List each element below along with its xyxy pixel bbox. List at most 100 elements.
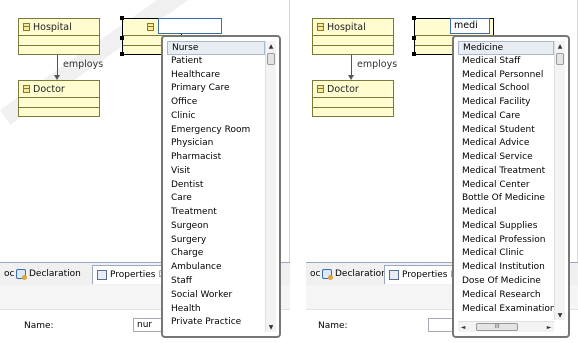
suggestion-item[interactable]: Office — [167, 96, 265, 110]
content-assist-popup: Nurse Patient Healthcare Primary Care Office… — [161, 35, 281, 338]
scroll-down-icon[interactable]: ▼ — [555, 310, 565, 320]
class-doctor[interactable]: Doctor — [312, 80, 394, 117]
suggestion-item[interactable]: Pharmacist — [167, 151, 265, 165]
suggestion-item[interactable]: Clinic — [167, 110, 265, 124]
suggestion-item[interactable]: Staff — [167, 275, 265, 289]
suggestion-item[interactable]: Health — [167, 303, 265, 317]
suggestion-item[interactable]: Nurse — [167, 41, 265, 55]
suggestion-item[interactable]: Medical Supplies — [458, 220, 554, 234]
content-assist-popup: Medicine Medical Staff Medical Personnel Me… — [452, 35, 570, 338]
suggestion-item[interactable]: Treatment — [167, 206, 265, 220]
class-name-edit-field[interactable] — [158, 18, 222, 34]
suggestion-item[interactable]: Medical Examination — [458, 303, 554, 317]
vertical-scrollbar[interactable]: ▲ ▼ — [265, 41, 276, 332]
suggestion-item[interactable]: Dentist — [167, 179, 265, 193]
suggestion-item[interactable]: Surgery — [167, 234, 265, 248]
scroll-right-icon[interactable]: ► — [544, 322, 554, 332]
tab-label: Declaration — [29, 269, 81, 279]
selection-handle[interactable] — [412, 16, 416, 20]
properties-icon — [97, 270, 107, 280]
tab-declaration[interactable]: Declaration — [12, 265, 85, 283]
tab-label: Properties — [402, 270, 448, 280]
class-attributes-section — [19, 35, 99, 45]
selection-handle[interactable] — [120, 36, 124, 40]
suggestion-item[interactable]: Patient — [167, 55, 265, 69]
suggestion-list[interactable]: Nurse Patient Healthcare Primary Care Office… — [167, 41, 265, 332]
class-name-edit-field[interactable]: medi — [450, 18, 490, 34]
scroll-left-icon[interactable]: ◄ — [458, 322, 468, 332]
class-operations-section — [313, 107, 393, 117]
scroll-up-icon[interactable]: ▲ — [266, 41, 276, 51]
scroll-thumb[interactable] — [267, 53, 275, 65]
suggestion-item[interactable]: Medical Facility — [458, 96, 554, 110]
relation-line[interactable] — [351, 55, 352, 76]
class-name: Doctor — [33, 83, 65, 95]
declaration-icon — [16, 269, 27, 280]
tab-properties[interactable]: Properties☒ — [92, 265, 172, 284]
suggestion-item[interactable]: Emergency Room — [167, 124, 265, 138]
suggestion-item[interactable]: Medical School — [458, 82, 554, 96]
suggestion-item[interactable]: Medical — [458, 206, 554, 220]
selection-handle[interactable] — [412, 52, 416, 56]
tab-declaration[interactable]: Declaration — [318, 265, 391, 283]
scroll-thumb[interactable] — [556, 53, 564, 65]
class-attributes-section — [313, 97, 393, 107]
suggestion-item[interactable]: Medical Treatment — [458, 165, 554, 179]
class-hospital[interactable]: Hospital — [18, 18, 100, 55]
suggestion-item[interactable]: Medical Student — [458, 124, 554, 138]
suggestion-item[interactable]: Medical Clinic — [458, 247, 554, 261]
name-label: Name: — [24, 321, 54, 331]
relation-line[interactable] — [57, 55, 58, 76]
class-operations-section — [313, 45, 393, 55]
suggestion-item[interactable]: Primary Care — [167, 82, 265, 96]
class-doctor[interactable]: Doctor — [18, 80, 100, 117]
suggestion-item[interactable]: Ambulance — [167, 261, 265, 275]
selection-handle[interactable] — [412, 36, 416, 40]
class-icon — [23, 85, 30, 93]
tab-label: Declaration — [335, 269, 387, 279]
class-name: Hospital — [33, 21, 72, 33]
suggestion-item[interactable]: Physician — [167, 137, 265, 151]
class-hospital[interactable]: Hospital — [312, 18, 394, 55]
relation-label[interactable]: employs — [357, 59, 397, 70]
suggestion-item[interactable]: Medical Care — [458, 110, 554, 124]
class-icon — [317, 23, 324, 31]
horizontal-scrollbar[interactable]: ◄ III ► — [458, 321, 554, 332]
suggestion-item[interactable]: Visit — [167, 165, 265, 179]
suggestion-item[interactable]: Surgeon — [167, 220, 265, 234]
suggestion-item[interactable]: Bottle Of Medicine — [458, 192, 554, 206]
properties-icon — [389, 270, 399, 280]
class-icon — [23, 23, 30, 31]
suggestion-item[interactable]: Charge — [167, 247, 265, 261]
suggestion-item[interactable]: Medical Research — [458, 289, 554, 303]
suggestion-item[interactable]: Care — [167, 192, 265, 206]
suggestion-item[interactable]: Medical Center — [458, 179, 554, 193]
scroll-thumb-horizontal[interactable]: III — [476, 323, 518, 331]
declaration-icon — [322, 269, 333, 280]
suggestion-item[interactable]: Healthcare — [167, 69, 265, 83]
class-attributes-section — [19, 97, 99, 107]
left-editor-panel: Hospital employs Doctor oc Declaration P… — [0, 0, 290, 343]
suggestion-list[interactable]: Medicine Medical Staff Medical Personnel Me… — [458, 41, 554, 320]
class-operations-section — [19, 107, 99, 117]
scroll-up-icon[interactable]: ▲ — [555, 41, 565, 51]
suggestion-item[interactable]: Medical Staff — [458, 55, 554, 69]
scroll-down-icon[interactable]: ▼ — [266, 322, 276, 332]
suggestion-item[interactable]: Medicine — [458, 41, 554, 55]
selection-handle[interactable] — [120, 52, 124, 56]
suggestion-item[interactable]: Social Worker — [167, 289, 265, 303]
class-icon — [147, 23, 154, 31]
suggestion-item[interactable]: Medical Service — [458, 151, 554, 165]
suggestion-item[interactable]: Medical Institution — [458, 261, 554, 275]
suggestion-item[interactable]: Medical Advice — [458, 137, 554, 151]
relation-label[interactable]: employs — [63, 59, 103, 70]
selection-handle[interactable] — [120, 16, 124, 20]
suggestion-item[interactable]: Medical Personnel — [458, 69, 554, 83]
vertical-scrollbar[interactable]: ▲ ▼ — [554, 41, 565, 320]
suggestion-item[interactable]: Medical Profession — [458, 234, 554, 248]
suggestion-item[interactable]: Dose Of Medicine — [458, 275, 554, 289]
panel-separator — [290, 0, 306, 343]
class-attributes-section — [313, 35, 393, 45]
suggestion-item[interactable]: Private Practice — [167, 316, 265, 330]
tab-label: Properties — [110, 270, 156, 280]
